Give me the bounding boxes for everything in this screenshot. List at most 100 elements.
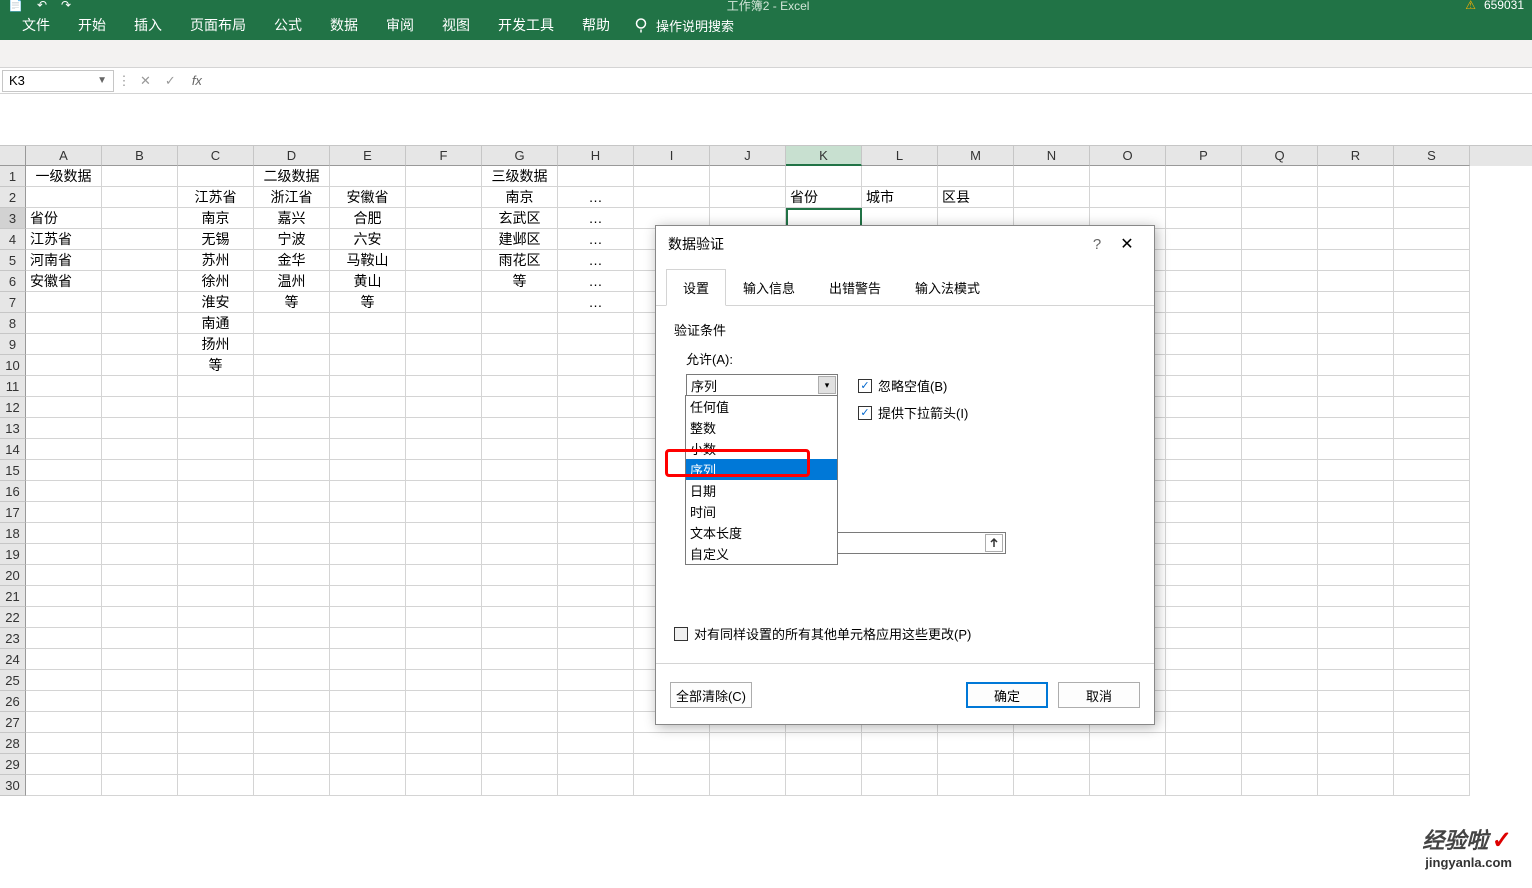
cell-S27[interactable] (1394, 712, 1470, 733)
cell-B19[interactable] (102, 544, 178, 565)
cell-F2[interactable] (406, 187, 482, 208)
cell-S3[interactable] (1394, 208, 1470, 229)
cell-P27[interactable] (1166, 712, 1242, 733)
cell-R17[interactable] (1318, 502, 1394, 523)
cell-D5[interactable]: 金华 (254, 250, 330, 271)
cell-O29[interactable] (1090, 754, 1166, 775)
cell-Q15[interactable] (1242, 460, 1318, 481)
cell-Q24[interactable] (1242, 649, 1318, 670)
cell-P22[interactable] (1166, 607, 1242, 628)
cell-P17[interactable] (1166, 502, 1242, 523)
dialog-tab-settings[interactable]: 设置 (666, 269, 726, 306)
cell-L28[interactable] (862, 733, 938, 754)
cell-C12[interactable] (178, 397, 254, 418)
cell-F4[interactable] (406, 229, 482, 250)
cell-B12[interactable] (102, 397, 178, 418)
cell-F15[interactable] (406, 460, 482, 481)
cell-J1[interactable] (710, 166, 786, 187)
cell-B6[interactable] (102, 271, 178, 292)
cell-S25[interactable] (1394, 670, 1470, 691)
cell-B11[interactable] (102, 376, 178, 397)
cell-P20[interactable] (1166, 565, 1242, 586)
cell-M1[interactable] (938, 166, 1014, 187)
row-header-16[interactable]: 16 (0, 481, 26, 502)
cell-G30[interactable] (482, 775, 558, 796)
cell-P19[interactable] (1166, 544, 1242, 565)
column-header-N[interactable]: N (1014, 146, 1090, 166)
cell-Q1[interactable] (1242, 166, 1318, 187)
cell-B25[interactable] (102, 670, 178, 691)
cell-Q2[interactable] (1242, 187, 1318, 208)
select-all-corner[interactable] (0, 146, 26, 166)
cell-A27[interactable] (26, 712, 102, 733)
cell-A2[interactable] (26, 187, 102, 208)
cell-H3[interactable]: … (558, 208, 634, 229)
tab-dev[interactable]: 开发工具 (484, 9, 568, 41)
cell-A5[interactable]: 河南省 (26, 250, 102, 271)
cell-B22[interactable] (102, 607, 178, 628)
dropdown-item-any[interactable]: 任何值 (686, 396, 837, 417)
cell-H6[interactable]: … (558, 271, 634, 292)
cell-G5[interactable]: 雨花区 (482, 250, 558, 271)
cell-R10[interactable] (1318, 355, 1394, 376)
column-header-R[interactable]: R (1318, 146, 1394, 166)
cell-D22[interactable] (254, 607, 330, 628)
cell-F10[interactable] (406, 355, 482, 376)
cell-D4[interactable]: 宁波 (254, 229, 330, 250)
cell-S20[interactable] (1394, 565, 1470, 586)
cell-A12[interactable] (26, 397, 102, 418)
cell-S12[interactable] (1394, 397, 1470, 418)
cell-E11[interactable] (330, 376, 406, 397)
row-header-20[interactable]: 20 (0, 565, 26, 586)
cell-J29[interactable] (710, 754, 786, 775)
cell-S10[interactable] (1394, 355, 1470, 376)
cell-E23[interactable] (330, 628, 406, 649)
cell-A13[interactable] (26, 418, 102, 439)
cell-K2[interactable]: 省份 (786, 187, 862, 208)
cell-C2[interactable]: 江苏省 (178, 187, 254, 208)
cancel-formula-icon[interactable]: ✕ (140, 73, 151, 89)
cell-F1[interactable] (406, 166, 482, 187)
cell-G24[interactable] (482, 649, 558, 670)
cell-H2[interactable]: … (558, 187, 634, 208)
cell-D10[interactable] (254, 355, 330, 376)
row-header-30[interactable]: 30 (0, 775, 26, 796)
cell-G25[interactable] (482, 670, 558, 691)
cell-N1[interactable] (1014, 166, 1090, 187)
cell-A26[interactable] (26, 691, 102, 712)
row-header-26[interactable]: 26 (0, 691, 26, 712)
cell-E16[interactable] (330, 481, 406, 502)
cell-E10[interactable] (330, 355, 406, 376)
cell-C13[interactable] (178, 418, 254, 439)
cell-S7[interactable] (1394, 292, 1470, 313)
cell-S1[interactable] (1394, 166, 1470, 187)
cell-P29[interactable] (1166, 754, 1242, 775)
cell-I30[interactable] (634, 775, 710, 796)
cell-A23[interactable] (26, 628, 102, 649)
cell-C8[interactable]: 南通 (178, 313, 254, 334)
cell-S28[interactable] (1394, 733, 1470, 754)
cell-S22[interactable] (1394, 607, 1470, 628)
cell-S4[interactable] (1394, 229, 1470, 250)
cell-G22[interactable] (482, 607, 558, 628)
tab-insert[interactable]: 插入 (120, 9, 176, 41)
cell-H5[interactable]: … (558, 250, 634, 271)
column-header-Q[interactable]: Q (1242, 146, 1318, 166)
cell-B28[interactable] (102, 733, 178, 754)
cell-L1[interactable] (862, 166, 938, 187)
row-header-14[interactable]: 14 (0, 439, 26, 460)
cell-Q29[interactable] (1242, 754, 1318, 775)
cell-E15[interactable] (330, 460, 406, 481)
cell-H10[interactable] (558, 355, 634, 376)
cell-P4[interactable] (1166, 229, 1242, 250)
cell-C3[interactable]: 南京 (178, 208, 254, 229)
column-header-K[interactable]: K (786, 146, 862, 166)
cell-P1[interactable] (1166, 166, 1242, 187)
cell-H12[interactable] (558, 397, 634, 418)
confirm-formula-icon[interactable]: ✓ (165, 73, 176, 89)
cell-B27[interactable] (102, 712, 178, 733)
cell-E9[interactable] (330, 334, 406, 355)
allow-select[interactable]: 序列 ▾ (686, 374, 838, 396)
cell-E5[interactable]: 马鞍山 (330, 250, 406, 271)
cell-P13[interactable] (1166, 418, 1242, 439)
